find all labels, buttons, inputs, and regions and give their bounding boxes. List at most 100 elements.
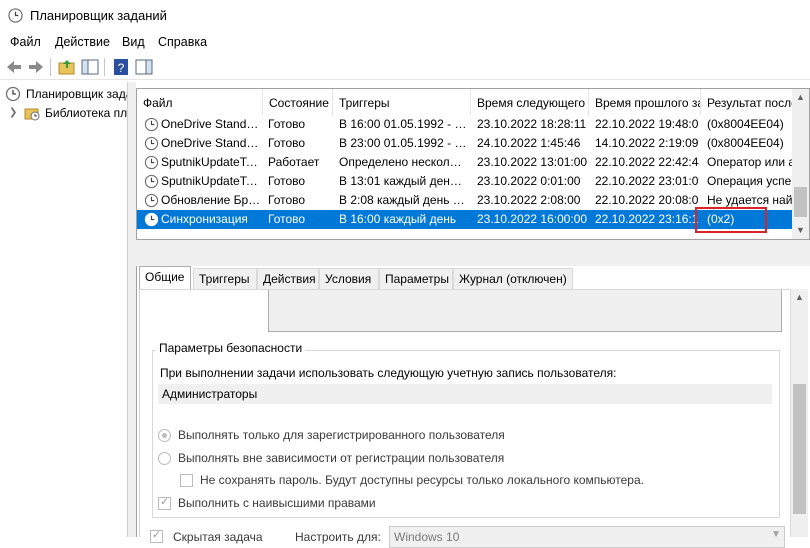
up-folder-icon[interactable] [57,57,77,77]
user-account-value: Администраторы [162,387,258,401]
security-options-legend: Параметры безопасности [156,341,306,355]
scroll-up-icon[interactable]: ▲ [792,89,809,106]
column-header-triggers[interactable]: Триггеры [333,89,471,115]
scrollbar-thumb[interactable] [794,187,807,217]
column-header-last-result[interactable]: Результат последнего запуска [701,89,793,115]
configure-for-select[interactable]: Windows 10 ▼ [389,526,785,548]
tab-actions[interactable]: Действия [257,268,319,290]
cell-name: SputnikUpdateTask [161,155,261,169]
task-list-scrollbar[interactable]: ▲ ▼ [792,89,809,239]
window-title: Планировщик заданий [30,8,167,23]
cell-next: 23.10.2022 2:08:00 [477,193,581,207]
table-row[interactable]: OneDrive Standalone Update Task Готово В 1… [137,115,793,134]
description-field[interactable] [268,290,782,332]
tab-triggers[interactable]: Триггеры [193,268,257,290]
cell-trigger: В 23:00 01.05.1992 - Частота повтора пос… [339,136,467,150]
title-bar: Планировщик заданий [0,0,810,32]
highest-privileges-checkbox[interactable] [158,495,171,510]
clock-icon [5,86,21,102]
cell-last: 22.10.2022 23:16:18 [595,212,699,226]
cell-trigger: В 13:01 каждый день - Частота повтора по… [339,174,467,188]
menu-file[interactable]: Файл [10,35,41,49]
cell-status: Готово [268,212,306,226]
radio-whether-logged-on-label: Выполнять вне зависимости от регистрации… [178,451,505,465]
chevron-right-icon[interactable]: ❯ [9,107,17,118]
run-as-label: При выполнении задачи использовать следу… [160,366,617,380]
scroll-up-icon[interactable]: ▲ [791,289,808,306]
cell-result: (0x8004EE04) [707,117,784,131]
cell-name: OneDrive Standalone Update Task [161,117,261,131]
menu-bar: Файл Действие Вид Справка [0,32,810,54]
cell-status: Готово [268,136,306,150]
no-store-password-checkbox[interactable] [180,474,193,487]
cell-next: 24.10.2022 1:45:46 [477,136,581,150]
cell-next: 23.10.2022 13:01:00 [477,155,587,169]
cell-last: 22.10.2022 22:42:44 [595,155,699,169]
cell-trigger: В 2:08 каждый день - Частота повтора пос… [339,193,467,207]
cell-next: 23.10.2022 18:28:11 [477,117,587,131]
cell-status: Готово [268,174,306,188]
task-clock-icon [144,136,159,151]
tree-item-library[interactable]: ❯ Библиотека планировщика заданий [0,103,128,123]
user-account-field: Администраторы [158,384,772,404]
cell-name: Синхронизация [161,212,248,226]
cell-last: 22.10.2022 23:01:02 [595,174,699,188]
task-clock-icon [144,117,159,132]
vertical-splitter[interactable] [128,82,136,537]
menu-view[interactable]: Вид [122,35,145,49]
cell-status: Работает [268,155,320,169]
table-row[interactable]: OneDrive Standalone Update Task Готово В 2… [137,134,793,153]
show-tree-icon[interactable] [80,57,100,77]
cell-trigger: Определено несколько триггеров [339,155,467,169]
folder-clock-icon [24,108,40,121]
tree-item-root[interactable]: Планировщик заданий (Локальный) [0,84,127,104]
cell-status: Готово [268,193,306,207]
cell-result: Не удается найти указанный файл [707,193,793,207]
menu-action[interactable]: Действие [55,35,110,49]
tab-settings[interactable]: Параметры [379,268,453,290]
cell-result: (0x8004EE04) [707,136,784,150]
help-icon[interactable]: ? [111,57,131,77]
cell-trigger: В 16:00 01.05.1992 - Частота повтора пос… [339,117,467,131]
tab-general[interactable]: Общие [139,266,191,291]
toolbar-separator [50,58,51,76]
scrollbar-thumb[interactable] [793,384,806,514]
show-pane-icon[interactable] [134,57,154,77]
forward-icon[interactable] [26,57,46,77]
hidden-task-label: Скрытая задача [173,530,263,544]
cell-next: 23.10.2022 16:00:00 [477,212,587,226]
radio-logged-on-only[interactable] [158,429,171,442]
table-row[interactable]: SputnikUpdateTask Готово В 13:01 каждый де… [137,172,793,191]
column-header-name[interactable]: Файл [137,89,263,115]
task-clock-icon [144,155,159,170]
svg-text:?: ? [118,61,125,75]
cell-trigger: В 16:00 каждый день [339,212,457,226]
configure-for-label: Настроить для: [295,530,381,544]
toolbar: ? [0,54,810,80]
cell-next: 23.10.2022 0:01:00 [477,174,581,188]
column-header-last-run[interactable]: Время прошлого запуска [589,89,701,115]
table-row[interactable]: SputnikUpdateTask Работает Определено неск… [137,153,793,172]
cell-last: 22.10.2022 19:48:09 [595,117,699,131]
back-icon[interactable] [4,57,24,77]
menu-help[interactable]: Справка [158,35,207,49]
tab-conditions[interactable]: Условия [319,268,379,290]
cell-last: 14.10.2022 2:19:09 [595,136,699,150]
scroll-down-icon[interactable]: ▼ [792,222,809,239]
cell-last: 22.10.2022 20:08:02 [595,193,699,207]
details-scrollbar[interactable]: ▲ [791,289,808,537]
tree-root-label: Планировщик заданий (Локальный) [26,87,127,101]
tree-library-label: Библиотека планировщика заданий [45,106,128,120]
horizontal-splitter[interactable] [136,240,810,266]
chevron-down-icon: ▼ [771,529,781,540]
no-store-password-label: Не сохранять пароль. Будут доступны ресу… [200,473,644,487]
radio-whether-logged-on[interactable] [158,452,171,465]
cell-name: SputnikUpdateTask [161,174,261,188]
column-header-status[interactable]: Состояние [263,89,333,115]
configure-for-value: Windows 10 [394,530,460,544]
column-header-next-run[interactable]: Время следующего запуска [471,89,589,115]
tab-history[interactable]: Журнал (отключен) [453,268,573,290]
cell-name: OneDrive Standalone Update Task [161,136,261,150]
navigation-tree: Планировщик заданий (Локальный) ❯ Библио… [0,82,128,537]
task-clock-icon [144,212,159,227]
